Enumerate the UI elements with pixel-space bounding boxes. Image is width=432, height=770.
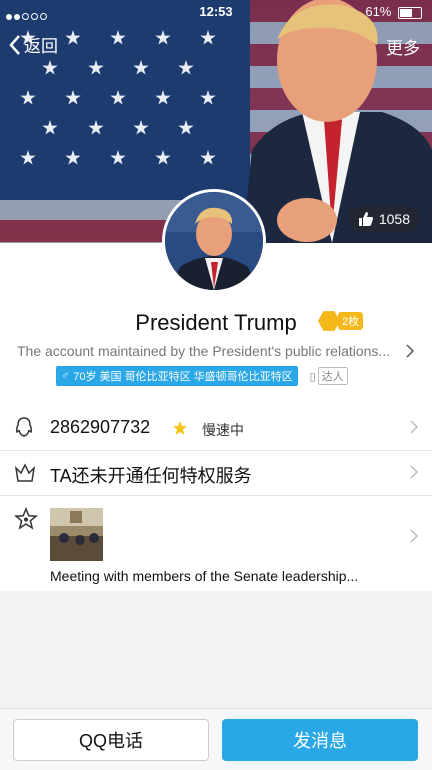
album-photo bbox=[50, 508, 103, 561]
likes-count: 1058 bbox=[378, 211, 410, 227]
privilege-text: TA还未开通任何特权服务 bbox=[50, 466, 252, 486]
chevron-right-icon bbox=[410, 465, 418, 479]
list-item-album[interactable]: Meeting with members of the Senate leade… bbox=[0, 496, 432, 591]
bottom-action-bar: QQ电话 发消息 bbox=[0, 708, 432, 770]
speed-status: 慢速中 bbox=[202, 422, 244, 438]
back-button[interactable]: 返回 bbox=[8, 32, 58, 57]
profile-name-row: President Trump bbox=[0, 310, 432, 340]
qq-penguin-icon bbox=[15, 417, 33, 437]
chevron-right-icon bbox=[410, 529, 418, 543]
battery-icon bbox=[398, 6, 422, 19]
badge-hexagon-icon bbox=[318, 311, 340, 331]
info-tag-text: 70岁 美国 哥伦比亚特区 华盛顿哥伦比亚特区 bbox=[73, 371, 293, 383]
list-item-privilege[interactable]: TA还未开通任何特权服务 bbox=[0, 451, 432, 496]
chevron-right-icon bbox=[410, 420, 418, 434]
profile-bio[interactable]: The account maintained by the President'… bbox=[17, 343, 407, 359]
star-outline-icon bbox=[14, 507, 38, 530]
star-icon bbox=[173, 421, 187, 435]
info-tag: ♂ 70岁 美国 哥伦比亚特区 华盛顿哥伦比亚特区 bbox=[56, 366, 298, 386]
likes-button[interactable]: 1058 bbox=[347, 206, 420, 232]
phone-icon: ▯ bbox=[309, 370, 316, 383]
status-right: 61% bbox=[365, 4, 422, 19]
chevron-left-icon bbox=[9, 34, 20, 55]
info-list: 2862907732 慢速中 TA还未开通任何特权服务 Meeting with… bbox=[0, 406, 432, 591]
vip-badge[interactable]: 2枚 bbox=[318, 310, 364, 332]
battery-text: 61% bbox=[365, 4, 392, 19]
profile-tags: ♂ 70岁 美国 哥伦比亚特区 华盛顿哥伦比亚特区 ▯ 达人 bbox=[56, 366, 348, 386]
more-button[interactable]: 更多 bbox=[386, 34, 420, 59]
daren-tag[interactable]: ▯ 达人 bbox=[310, 367, 348, 385]
qq-number: 2862907732 bbox=[50, 417, 151, 437]
avatar-image bbox=[165, 192, 263, 290]
qq-call-button[interactable]: QQ电话 bbox=[13, 719, 209, 761]
album-thumbnail[interactable] bbox=[50, 508, 103, 561]
album-caption: Meeting with members of the Senate leade… bbox=[50, 568, 359, 584]
gender-icon: ♂ bbox=[61, 370, 70, 382]
send-message-button[interactable]: 发消息 bbox=[222, 719, 418, 761]
list-item-qq[interactable]: 2862907732 慢速中 bbox=[0, 406, 432, 451]
badge-count: 2枚 bbox=[338, 312, 364, 330]
crown-icon bbox=[14, 463, 36, 482]
chevron-right-icon bbox=[406, 344, 414, 358]
status-bar: 12:53 61% bbox=[0, 0, 432, 22]
profile-name: President Trump bbox=[135, 310, 297, 335]
avatar[interactable] bbox=[162, 189, 266, 293]
daren-label: 达人 bbox=[317, 367, 348, 385]
thumbs-up-icon bbox=[358, 212, 373, 226]
flag-canton bbox=[0, 0, 250, 200]
back-label: 返回 bbox=[24, 37, 58, 56]
